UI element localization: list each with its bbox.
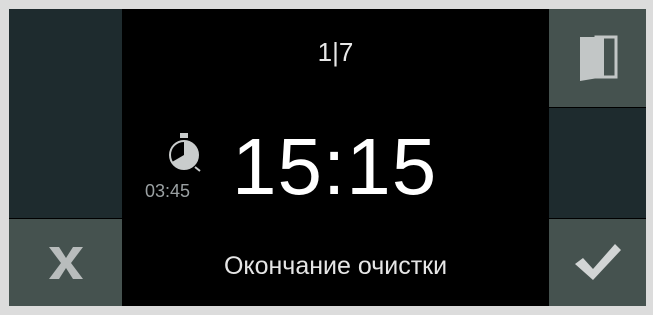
- main-panel: 1|7 03:45 15:15 Окончание очистки: [122, 9, 549, 306]
- checkmark-icon: [549, 219, 646, 306]
- close-icon: [9, 219, 122, 306]
- left-empty-panel: [9, 9, 122, 218]
- door-button[interactable]: [549, 9, 646, 107]
- status-caption: Окончание очистки: [223, 252, 448, 280]
- right-empty-panel: [549, 108, 646, 218]
- page-indicator: 1|7: [317, 37, 354, 67]
- door-icon: [549, 9, 646, 107]
- duration-label: 03:45: [145, 181, 191, 201]
- confirm-button[interactable]: [549, 219, 646, 306]
- cancel-button[interactable]: [9, 219, 122, 306]
- oven-display: 1|7 03:45 15:15 Окончание очистки: [9, 9, 646, 306]
- end-time: 15:15: [232, 122, 438, 211]
- stopwatch-icon: [167, 133, 201, 173]
